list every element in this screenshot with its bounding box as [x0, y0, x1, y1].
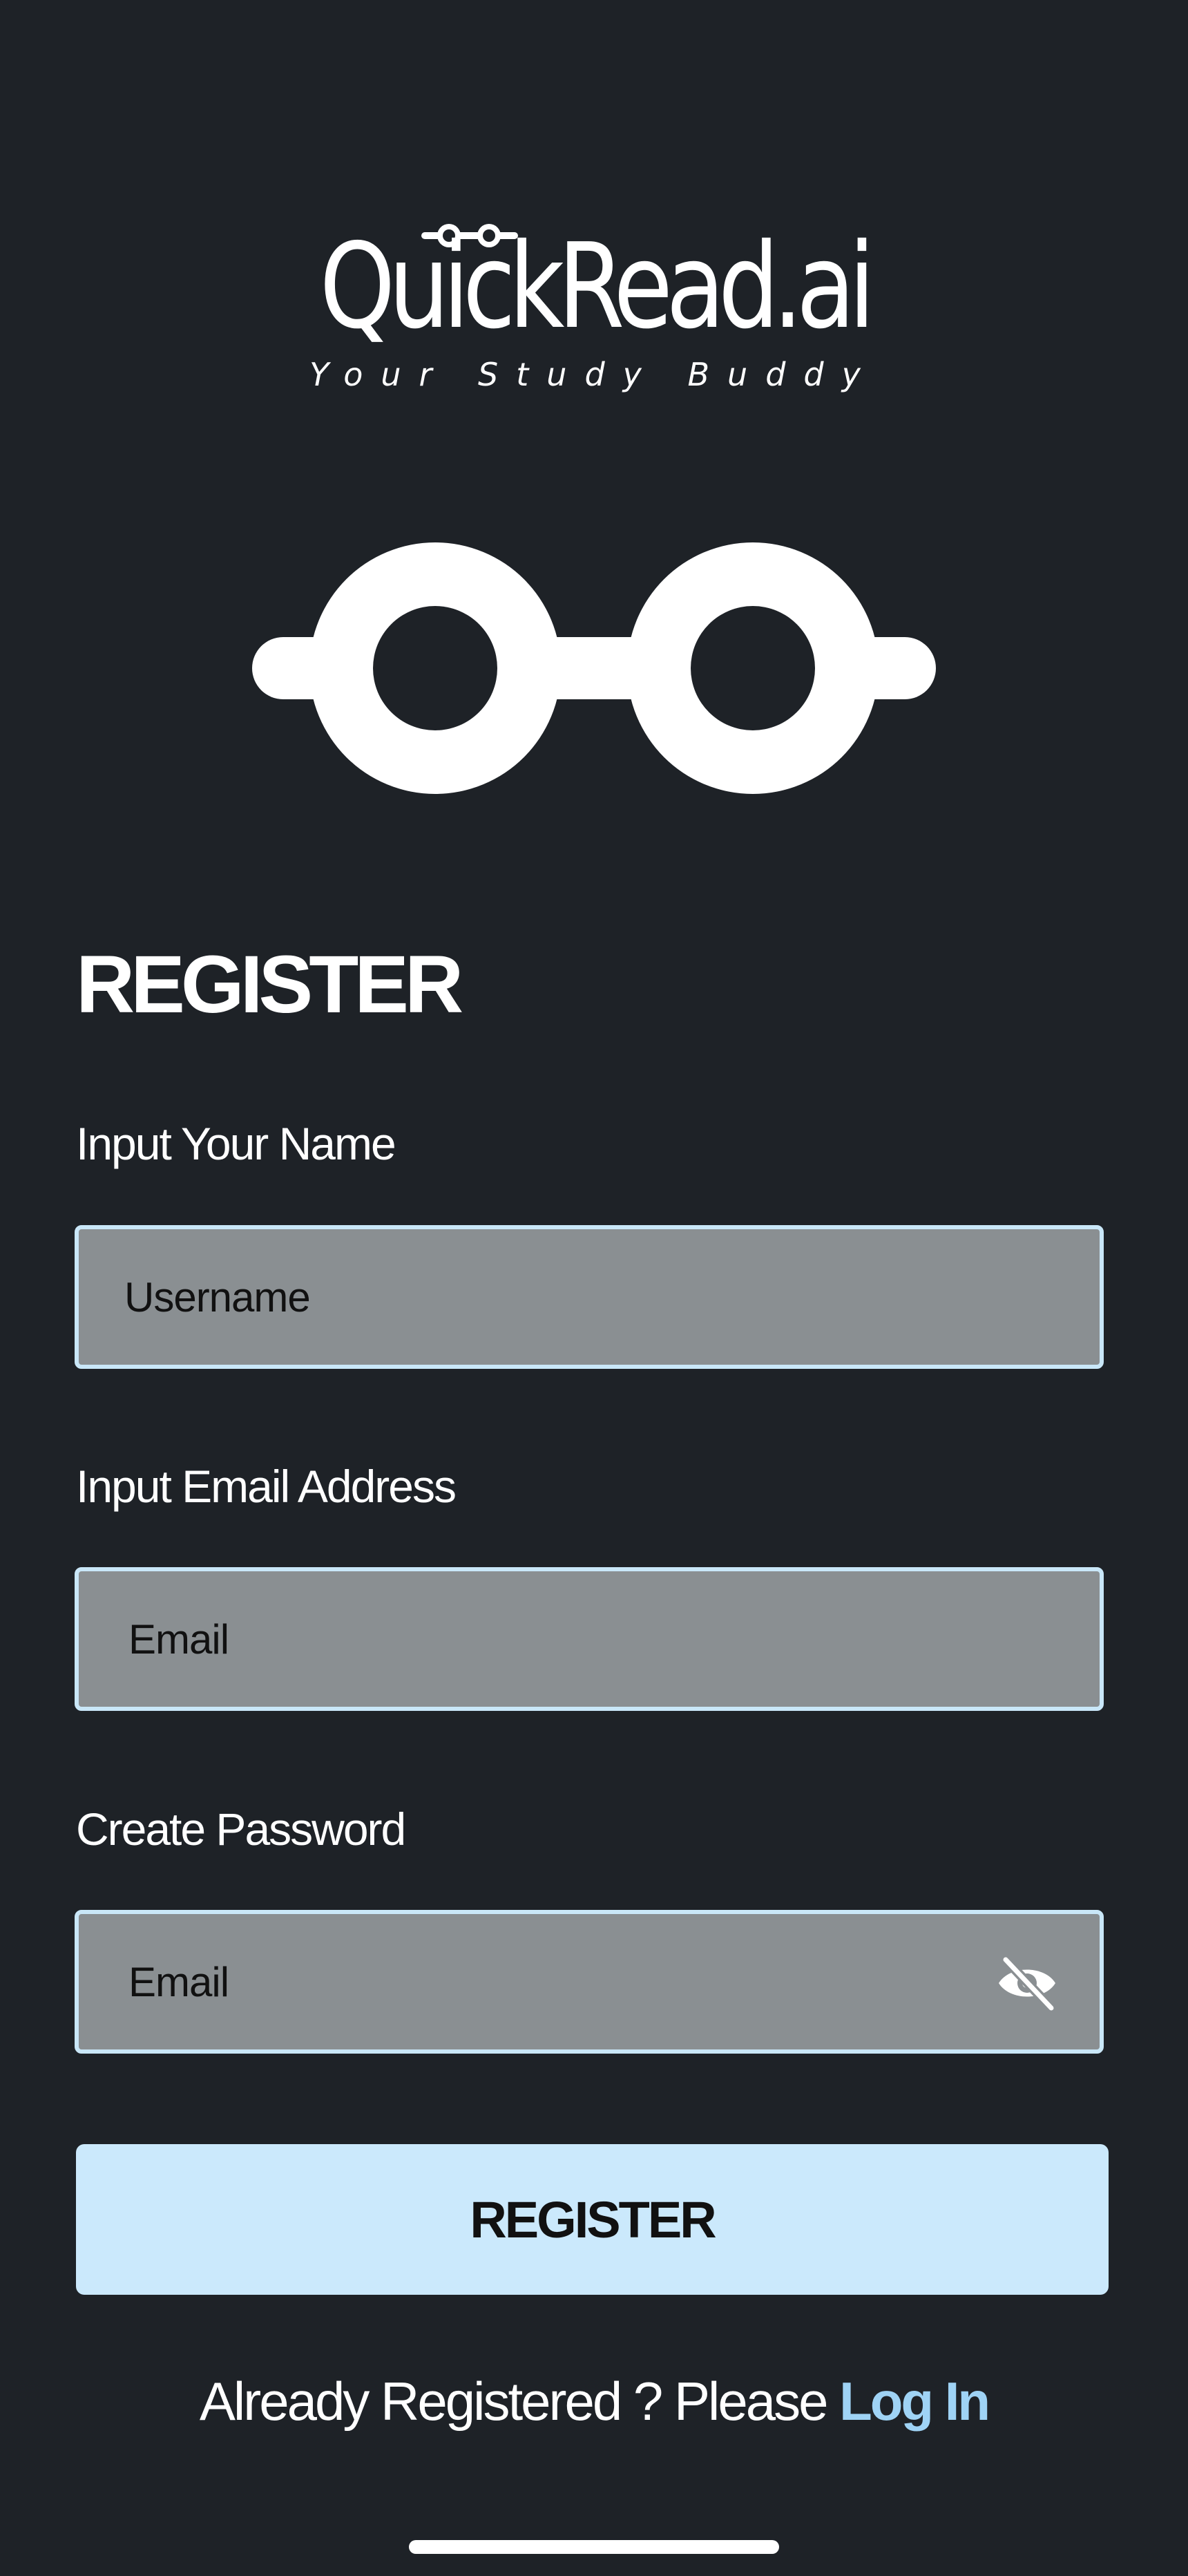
eye-slash-icon[interactable] — [996, 1955, 1058, 2011]
register-button[interactable]: REGISTER — [76, 2144, 1109, 2295]
home-indicator[interactable] — [409, 2540, 779, 2554]
email-field[interactable] — [75, 1567, 1104, 1711]
email-label: Input Email Address — [76, 1461, 457, 1512]
login-prompt-text: Already Registered ? Please — [199, 2371, 840, 2432]
login-prompt: Already Registered ? Please Log In — [0, 2367, 1188, 2436]
password-input[interactable] — [128, 1914, 992, 2049]
name-field[interactable] — [75, 1225, 1104, 1369]
password-field[interactable] — [75, 1910, 1104, 2054]
glasses-illustration-icon — [252, 542, 936, 794]
email-input[interactable] — [128, 1571, 992, 1707]
login-link[interactable]: Log In — [839, 2371, 990, 2432]
name-label: Input Your Name — [76, 1118, 396, 1169]
page-title: REGISTER — [76, 939, 463, 1030]
password-label: Create Password — [76, 1803, 406, 1855]
app-logo: QuickRead.ai Your Study Buddy — [0, 207, 1188, 415]
username-input[interactable] — [124, 1229, 988, 1365]
brand-name: QuickRead.ai — [319, 218, 876, 355]
brand-tagline: Your Study Buddy — [309, 356, 879, 393]
